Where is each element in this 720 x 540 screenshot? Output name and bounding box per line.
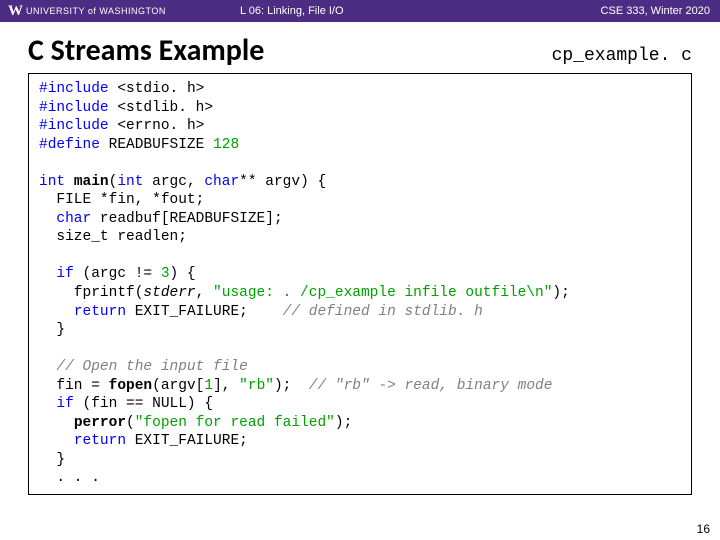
code: [39, 415, 74, 431]
code: return: [74, 433, 126, 449]
code: int: [117, 174, 143, 190]
code: return: [74, 304, 126, 320]
code-block: #include <stdio. h> #include <stdlib. h>…: [28, 73, 692, 495]
code: (: [126, 415, 135, 431]
topbar: W UNIVERSITY of WASHINGTON L 06: Linking…: [0, 0, 720, 22]
code: // Open the input file: [39, 359, 248, 375]
code: FILE *fin, *fout;: [39, 192, 204, 208]
uw-logo: W UNIVERSITY of WASHINGTON: [0, 3, 240, 20]
code: 1: [204, 378, 213, 394]
code: [39, 266, 56, 282]
code: fopen: [109, 378, 153, 394]
code: #define: [39, 137, 100, 153]
code: [39, 304, 74, 320]
code: "fopen for read failed": [135, 415, 335, 431]
code: EXIT_FAILURE;: [126, 433, 248, 449]
course-label: CSE 333, Winter 2020: [601, 5, 720, 17]
title-row: C Streams Example cp_example. c: [0, 22, 720, 73]
code: ],: [213, 378, 239, 394]
code: char: [56, 211, 91, 227]
code: <stdio. h>: [109, 81, 205, 97]
code: );: [274, 378, 309, 394]
code: }: [39, 322, 65, 338]
code: . . .: [39, 470, 100, 486]
code: // "rb" -> read, binary mode: [309, 378, 553, 394]
code: fin =: [39, 378, 109, 394]
code: 128: [213, 137, 239, 153]
code: READBUFSIZE: [100, 137, 213, 153]
code: }: [39, 452, 65, 468]
code: (fin == NULL) {: [74, 396, 213, 412]
code: 3: [161, 266, 170, 282]
code: [39, 433, 74, 449]
slide-title: C Streams Example: [28, 32, 264, 69]
code: #include: [39, 81, 109, 97]
code: );: [335, 415, 352, 431]
code: ) {: [170, 266, 196, 282]
code: fprintf(: [39, 285, 143, 301]
page-number: 16: [697, 522, 710, 536]
code: perror: [74, 415, 126, 431]
lecture-label: L 06: Linking, File I/O: [240, 5, 344, 17]
code: EXIT_FAILURE;: [126, 304, 283, 320]
code: "usage: . /cp_example infile outfile\n": [213, 285, 552, 301]
code: char: [204, 174, 239, 190]
code: argc,: [143, 174, 204, 190]
code: ,: [196, 285, 213, 301]
code: [39, 396, 56, 412]
code: #include: [39, 118, 109, 134]
code: readbuf[READBUFSIZE];: [91, 211, 282, 227]
code: ** argv) {: [239, 174, 326, 190]
code: [39, 211, 56, 227]
code: int: [39, 174, 65, 190]
code: <errno. h>: [109, 118, 205, 134]
code: [65, 174, 74, 190]
uw-w-icon: W: [8, 3, 22, 20]
filename-label: cp_example. c: [552, 46, 692, 66]
uw-name: UNIVERSITY of WASHINGTON: [26, 6, 166, 16]
code: stderr: [143, 285, 195, 301]
code: (argv[: [152, 378, 204, 394]
code: );: [552, 285, 569, 301]
code: if: [56, 396, 73, 412]
code: #include: [39, 100, 109, 116]
code: <stdlib. h>: [109, 100, 213, 116]
code: size_t readlen;: [39, 229, 187, 245]
code: // defined in stdlib. h: [283, 304, 483, 320]
code: (argc !=: [74, 266, 161, 282]
code: if: [56, 266, 73, 282]
code: "rb": [239, 378, 274, 394]
code: main: [74, 174, 109, 190]
